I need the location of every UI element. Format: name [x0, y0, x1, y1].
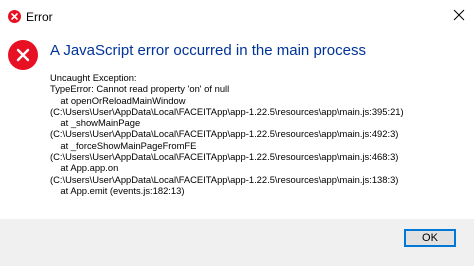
- close-icon: [453, 9, 465, 21]
- error-details: Uncaught Exception: TypeError: Cannot re…: [50, 72, 470, 196]
- button-footer: [0, 219, 474, 266]
- error-x-icon: [8, 40, 38, 70]
- details-line: at _forceShowMainPageFromFE: [50, 139, 197, 151]
- details-line: at App.app.on: [50, 162, 119, 174]
- details-line: Uncaught Exception:: [50, 72, 137, 83]
- details-line: at openOrReloadMainWindow: [50, 94, 186, 106]
- error-headline: A JavaScript error occurred in the main …: [50, 42, 366, 59]
- details-line: at App.emit (events.js:182:13): [50, 184, 185, 196]
- details-line: (C:\Users\User\AppData\Local\FACEITApp\a…: [50, 151, 399, 163]
- error-x-icon: [8, 10, 21, 23]
- details-line: (C:\Users\User\AppData\Local\FACEITApp\a…: [50, 128, 399, 140]
- details-line: at _showMainPage: [50, 117, 141, 129]
- title-bar[interactable]: Error: [0, 0, 474, 30]
- details-line: TypeError: Cannot read property 'on' of …: [50, 83, 230, 95]
- close-button[interactable]: [444, 0, 474, 30]
- error-dialog-window: Error A JavaScript error occurred in the…: [0, 0, 474, 266]
- ok-button[interactable]: OK: [404, 229, 456, 247]
- details-line: (C:\Users\User\AppData\Local\FACEITApp\a…: [50, 105, 404, 117]
- details-line: (C:\Users\User\AppData\Local\FACEITApp\a…: [50, 173, 399, 185]
- window-title: Error: [26, 10, 53, 24]
